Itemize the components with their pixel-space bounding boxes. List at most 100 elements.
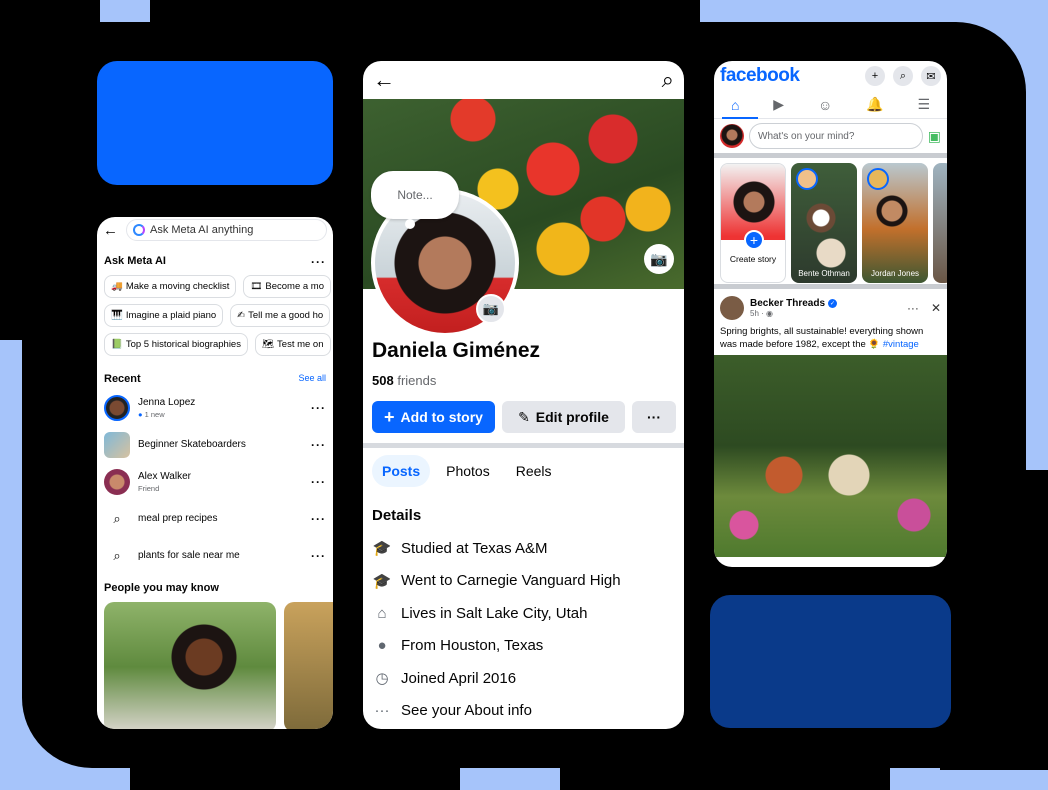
note-bubble[interactable]: Note... (371, 171, 459, 219)
prompt-chip[interactable]: 📗 Top 5 historical biographies (104, 333, 248, 356)
meta-ai-search-screen: ← Ask Meta AI anything Ask Meta AI ··· 🚚… (97, 217, 333, 729)
education-icon: 🎓 (372, 572, 392, 590)
profile-tabs: Posts Photos Reels (372, 455, 562, 487)
prompt-chip[interactable]: 🚚 Make a moving checklist (104, 275, 237, 298)
background-shape (560, 750, 890, 790)
item-sub: ● 1 new (138, 409, 165, 419)
detail-item: ◷ Joined April 2016 (372, 662, 621, 695)
post-author[interactable]: Becker Threads ✓ (750, 298, 838, 309)
more-options-icon[interactable]: ··· (907, 301, 919, 315)
prompt-chip[interactable]: 🎞 Become a mo (243, 275, 332, 298)
more-button[interactable]: ··· (632, 401, 676, 433)
photo-icon[interactable]: ▣ (928, 128, 941, 145)
see-all-link[interactable]: See all (298, 373, 326, 385)
list-item[interactable]: Jenna Lopez ● 1 new ··· (97, 389, 333, 426)
close-icon[interactable]: ✕ (931, 301, 941, 315)
decorative-navy-panel (710, 595, 951, 728)
item-name: Beginner Skateboarders (138, 439, 246, 450)
list-item[interactable]: Alex Walker Friend ··· (97, 463, 333, 500)
hashtag-link[interactable]: #vintage (883, 339, 919, 350)
add-to-story-button[interactable]: + Add to story (372, 401, 495, 433)
tab-posts[interactable]: Posts (372, 455, 431, 487)
search-bar-row: ← Ask Meta AI anything (97, 217, 333, 243)
bell-icon[interactable]: 🔔 (866, 96, 883, 113)
tab-photos[interactable]: Photos (436, 455, 500, 487)
nav-tabs: ⌂ ▶ ☺ 🔔 ☰ (714, 91, 947, 119)
back-arrow-icon[interactable]: ← (103, 222, 118, 239)
prompt-chip[interactable]: ✍ Tell me a good ho (230, 304, 331, 327)
composer: What's on your mind? ▣ (714, 119, 947, 153)
home-icon[interactable]: ⌂ (731, 97, 739, 113)
sunflower-icon: 🌻 (868, 339, 881, 350)
camera-icon[interactable]: 📷 (644, 244, 674, 274)
list-item[interactable]: ⌕ meal prep recipes ··· (97, 500, 333, 537)
education-icon: 🎓 (372, 540, 392, 558)
search-icon[interactable]: ⌕ (893, 66, 913, 86)
messenger-icon[interactable]: ✉ (921, 66, 941, 86)
more-options-icon[interactable]: ··· (311, 255, 326, 269)
section-title: Ask Meta AI (104, 255, 166, 267)
plus-icon: + (384, 406, 395, 427)
more-options-icon[interactable]: ··· (311, 549, 326, 563)
story-card[interactable]: Bente Othman (791, 163, 857, 283)
groups-icon[interactable]: ☺ (818, 97, 832, 113)
friends-count[interactable]: 508 friends (372, 373, 436, 388)
search-input[interactable]: Ask Meta AI anything (126, 219, 327, 241)
person-card[interactable] (284, 602, 333, 729)
story-card[interactable]: Jordan Jones (862, 163, 928, 283)
location-icon: ● (377, 637, 387, 655)
list-item[interactable]: Beginner Skateboarders ··· (97, 426, 333, 463)
feed-screen: facebook + ⌕ ✉ ⌂ ▶ ☺ 🔔 ☰ What's on your … (714, 61, 947, 567)
person-card[interactable] (104, 602, 276, 729)
item-name: Alex Walker (138, 470, 191, 482)
tab-reels[interactable]: Reels (506, 455, 562, 487)
post-header: Becker Threads ✓ 5h · ◉ ··· ✕ (714, 289, 947, 323)
story-card[interactable] (933, 163, 947, 283)
detail-item: 🎓 Studied at Texas A&M (372, 539, 548, 558)
more-options-icon[interactable]: ··· (311, 401, 326, 415)
avatar[interactable] (720, 124, 744, 148)
truck-icon: 🚚 (111, 281, 123, 292)
story-photo (721, 164, 785, 240)
more-options-icon[interactable]: ··· (311, 438, 326, 452)
story-name: Jordan Jones (870, 269, 920, 278)
divider (363, 443, 684, 448)
back-arrow-icon[interactable]: ← (373, 67, 395, 93)
recent-header: Recent See all (97, 373, 333, 385)
edit-profile-button[interactable]: ✎ Edit profile (502, 401, 625, 433)
people-you-may-know-title: People you may know (104, 582, 219, 594)
search-icon: ⌕ (113, 547, 121, 563)
people-you-may-know-row (97, 594, 333, 729)
prompt-chip[interactable]: 🎹 Imagine a plaid piano (104, 304, 224, 327)
item-name: plants for sale near me (138, 550, 240, 561)
profile-screen: ← ⌕ 📷 Note... 📷 Daniela Giménez 508 frie… (363, 61, 684, 729)
search-icon: ⌕ (113, 510, 121, 526)
see-about-info-link[interactable]: ··· See your About info (372, 695, 621, 728)
create-story-label: Create story (729, 254, 777, 264)
detail-item: ● From Houston, Texas (372, 630, 621, 663)
avatar[interactable] (720, 296, 744, 320)
active-tab-indicator (722, 117, 758, 119)
prompt-chip[interactable]: 🗺 Test me on (254, 333, 331, 356)
more-options-icon[interactable]: ··· (311, 475, 326, 489)
post-controls: ··· ✕ (907, 301, 941, 315)
plus-icon[interactable]: + (865, 66, 885, 86)
facebook-logo[interactable]: facebook (720, 65, 800, 87)
post-image[interactable] (714, 355, 947, 557)
camera-icon[interactable]: 📷 (476, 294, 506, 324)
create-story-card[interactable]: + Create story (720, 163, 786, 283)
composer-input[interactable]: What's on your mind? (749, 123, 923, 149)
list-item[interactable]: ⌕ plants for sale near me ··· (97, 537, 333, 574)
menu-icon[interactable]: ☰ (917, 96, 930, 113)
more-options-icon[interactable]: ··· (311, 512, 326, 526)
feed-top-bar: facebook + ⌕ ✉ (714, 61, 947, 91)
search-icon[interactable]: ⌕ (662, 67, 674, 93)
background-shape (410, 0, 700, 40)
pencil-icon: ✍ (237, 310, 246, 321)
prompt-chips: 🚚 Make a moving checklist 🎞 Become a mo 🎹 I… (97, 269, 333, 362)
recent-list: Jenna Lopez ● 1 new ··· Beginner Skateboa… (97, 389, 333, 574)
video-icon[interactable]: ▶ (773, 96, 784, 113)
piano-icon: 🎹 (111, 310, 123, 321)
clock-icon: ◷ (375, 670, 389, 688)
post-text: Spring brights, all sustainable! everyth… (720, 326, 924, 350)
